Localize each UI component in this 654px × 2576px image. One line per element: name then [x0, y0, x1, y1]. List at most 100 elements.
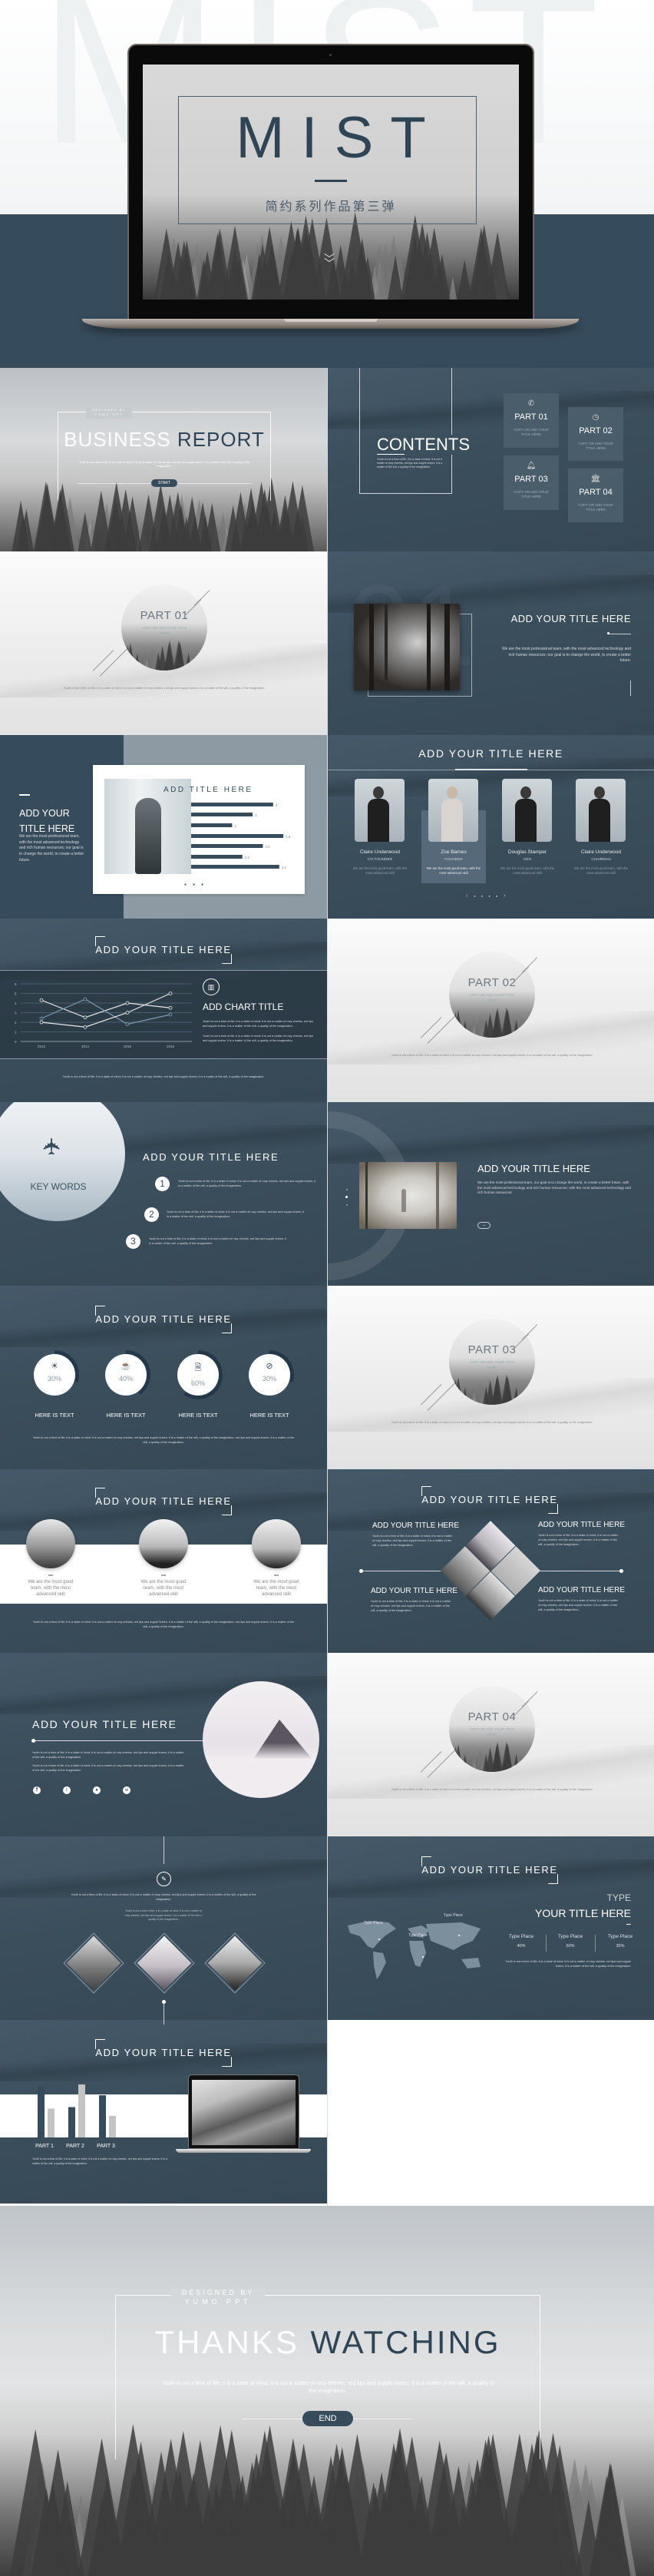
laptop-screen: MIST 简约系列作品第三弹 ﹀ ﹀	[143, 65, 519, 300]
x-tick-label: 2015	[124, 1045, 132, 1048]
contents-part-01[interactable]: ✆ PART 01 COPY OR ADD YOUR TITLE HERE	[504, 393, 559, 448]
y-tick-label: 3	[15, 1012, 17, 1015]
title-part-b: REPORT	[177, 428, 265, 451]
member-desc: We are the most good team, with the most…	[573, 866, 629, 875]
chart-title: ADD CHART TITLE	[203, 1002, 284, 1012]
team-member-card[interactable]: Douglas Stamper CEO We are the most good…	[500, 779, 554, 879]
slide-title: ADD YOUR TITLE HERE	[95, 1495, 232, 1507]
part-body: Youth is not a time of life; it is a sta…	[391, 1788, 593, 1791]
bar-value-label: 2	[234, 824, 236, 828]
member-role: CEO	[523, 858, 532, 862]
bar	[191, 823, 233, 827]
bar-value-label: 2.5	[245, 856, 250, 859]
member-role: CHAIRMAN	[591, 858, 611, 862]
start-button[interactable]: START	[151, 479, 177, 487]
bar	[109, 2115, 116, 2137]
member-photo	[428, 779, 478, 842]
part-label: PART 03	[467, 1343, 517, 1356]
y-tick-label: 5	[15, 992, 17, 996]
chevron-down-icon[interactable]: ﹀ ﹀	[324, 253, 335, 269]
percent-value: 60%	[190, 1379, 205, 1387]
tree-silhouettes	[451, 1007, 531, 1038]
bar	[191, 855, 243, 859]
team-member-card[interactable]: Zoe Barnes FOUNDER We are the most good …	[427, 779, 481, 879]
slide-title: ADD YOUR TITLE HERE	[95, 2047, 232, 2058]
arrow-button[interactable]: →	[477, 1222, 490, 1229]
contents-part-02[interactable]: ◷ PART 02 COPY OR ADD YOUR TITLE HERE	[568, 407, 623, 461]
team-pager[interactable]: ‹ ● ● ● ● ›	[466, 893, 508, 899]
data-point	[39, 1020, 44, 1025]
mountain-photo	[203, 1681, 319, 1798]
percent-value: 30%	[47, 1375, 61, 1382]
hero-title: MIST	[236, 105, 443, 171]
circle-photo	[252, 1519, 301, 1568]
laptop-camera	[329, 54, 332, 56]
member-name: Douglas Stamper	[507, 849, 547, 855]
business-title: BUSINESS REPORT	[58, 428, 271, 452]
team-member-card[interactable]: Claire Underwood CO FOUNDER We are the m…	[353, 779, 407, 879]
world-map	[348, 1921, 481, 1979]
data-point	[168, 1005, 173, 1010]
designed-by: DESIGNED BY	[92, 408, 126, 412]
member-photo	[576, 779, 626, 842]
member-desc: We are the most good team, with the most…	[500, 866, 555, 875]
category-label: PART 1	[35, 2144, 54, 2149]
forest-image	[449, 1370, 535, 1405]
slide-team: ADD YOUR TITLE HERE Claire Underwood CO …	[328, 735, 654, 919]
slide-diamonds: ✎ Youth is not a time of life; it is a s…	[0, 1836, 327, 2020]
facebook-icon[interactable]: f	[33, 1786, 41, 1794]
slide-part-03: PART 03 COPY OR ADD YOUR TITLE HERE Yout…	[328, 1286, 654, 1469]
weibo-icon[interactable]: w	[123, 1786, 130, 1794]
quad-body: Youth is not a time of life; it is a sta…	[371, 1600, 451, 1612]
slide-laptop: ADD YOUR TITLE HERE PART 1 PART 2 PART 3 Y…	[0, 2020, 327, 2204]
percent-item: ☕ 40% HERE IS TEXT	[101, 1350, 150, 1427]
keywords-circle	[0, 1102, 125, 1221]
lightbulb-icon: ☀	[51, 1362, 58, 1371]
contents-part-04[interactable]: 🏛︎ PART 04 COPY OR ADD YOUR TITLE HERE	[568, 469, 623, 522]
team-title: ADD YOUR TITLE HERE	[418, 747, 563, 760]
bar	[191, 803, 273, 806]
title-part-a: BUSINESS	[64, 428, 171, 451]
category-label: PART 3	[97, 2144, 115, 2149]
part-subtitle: COPY OR ADD YOUR TITLE HERE	[141, 626, 187, 635]
intro-title: ADD YOUR TITLE HERE	[510, 613, 631, 624]
slide-keywords: ✈ KEY WORDS ADD YOUR TITLE HERE 1 Youth …	[0, 1102, 327, 1286]
pager-dots[interactable]: ●●●	[184, 882, 210, 887]
slide-intro: 01 ADD YOUR TITLE HERE We are the most p…	[328, 551, 654, 735]
circle-photo	[26, 1519, 75, 1568]
hero-subtitle: 简约系列作品第三弹	[265, 200, 397, 214]
map-label: Type Place	[444, 1913, 463, 1918]
pen-icon: ✎	[157, 1872, 171, 1886]
forest-image	[449, 1003, 535, 1038]
contents-part-03[interactable]: 🔔︎ PART 03 COPY OR ADD YOUR TITLE HERE	[504, 455, 559, 510]
bar	[191, 813, 253, 816]
slide-part-01: PART 01 COPY OR ADD YOUR TITLE HERE Yout…	[0, 551, 327, 735]
quad-block: ADD YOUR TITLE HERE Youth is not a time …	[538, 1521, 630, 1547]
end-button[interactable]: END	[302, 2411, 353, 2426]
business-body: Youth is not a time of life; it is a sta…	[78, 461, 250, 468]
bar-value-label: 4	[276, 803, 278, 807]
bank-icon: 🏛︎	[590, 475, 601, 483]
foggy-forest-photo	[359, 1162, 457, 1229]
quad-block: ADD YOUR TITLE HERE Youth is not a time …	[538, 1586, 630, 1612]
thanks-title: THANKS WATCHING	[154, 2324, 501, 2360]
forest-image	[449, 1737, 535, 1772]
airplane-icon: ✈	[40, 1136, 66, 1157]
compass-icon: ⊘	[266, 1362, 273, 1371]
bar	[191, 834, 284, 838]
percent-label: HERE IS TEXT	[178, 1412, 218, 1419]
part-subtitle: COPY OR ADD YOUR TITLE HERE	[469, 1727, 515, 1737]
team-member-card[interactable]: Claire Underwood CHAIRMAN We are the mos…	[574, 779, 628, 879]
map-label: Type Place	[364, 1921, 383, 1925]
bar	[78, 2084, 85, 2137]
bar	[48, 2108, 54, 2137]
qq-icon[interactable]: ●	[93, 1786, 101, 1794]
x-tick-label: 2014	[81, 1045, 90, 1048]
member-role: FOUNDER	[444, 858, 463, 862]
bar-chart: PART 1 PART 2 PART 3	[35, 2084, 116, 2149]
member-photo	[502, 779, 552, 842]
slide-part-04: PART 04 COPY OR ADD YOUR TITLE HERE Yout…	[328, 1653, 654, 1836]
twitter-icon[interactable]: t	[63, 1786, 71, 1794]
designed-by: DESIGNED BY	[181, 2289, 255, 2296]
tree-silhouettes	[123, 640, 203, 670]
